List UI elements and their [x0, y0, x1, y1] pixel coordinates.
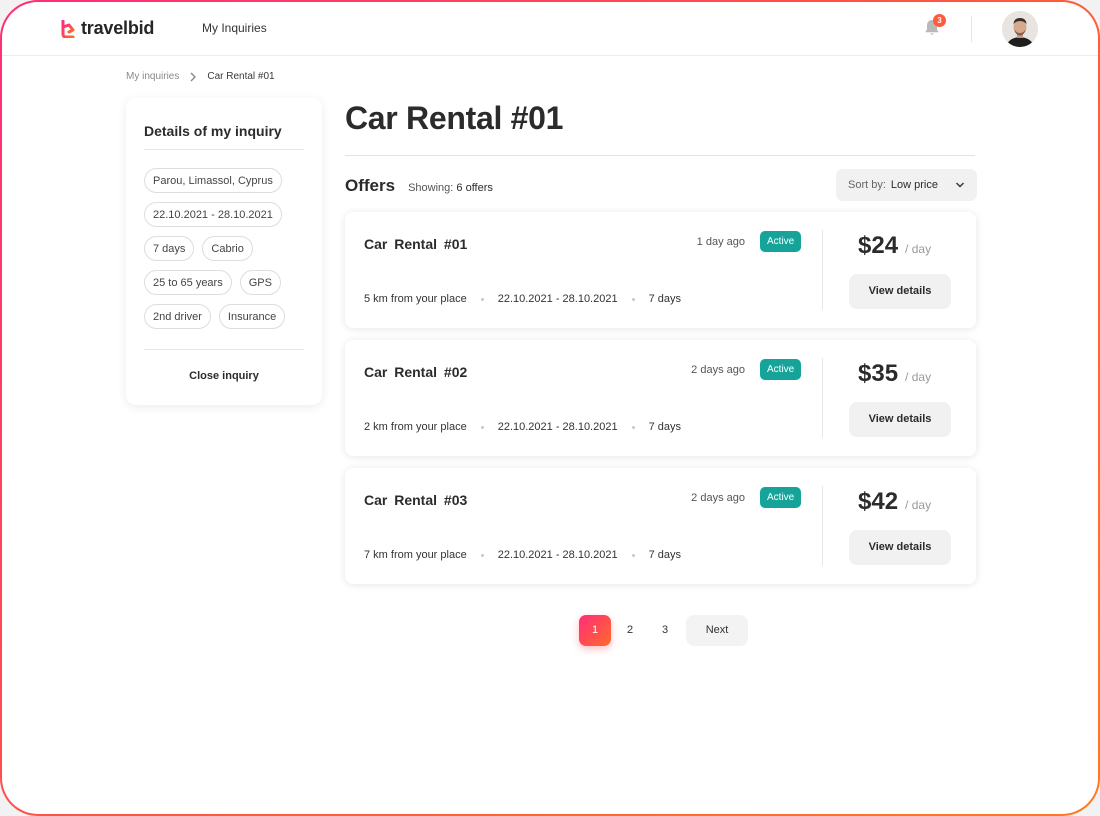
offer-duration: 7 days	[648, 549, 682, 561]
dot-separator	[480, 425, 484, 429]
dot-separator	[480, 553, 484, 557]
offer-time-ago: 2 days ago	[691, 492, 745, 504]
page-button-3[interactable]: 3	[649, 615, 681, 646]
dot-separator	[631, 425, 635, 429]
sort-label: Sort by:	[848, 179, 886, 191]
header-divider	[971, 16, 972, 42]
offer-dates: 22.10.2021 - 28.10.2021	[497, 293, 618, 305]
offer-dates: 22.10.2021 - 28.10.2021	[497, 549, 618, 561]
view-details-button[interactable]: View details	[849, 530, 951, 565]
inquiry-details-title: Details of my inquiry	[144, 98, 304, 150]
notification-badge: 3	[933, 14, 946, 27]
offer-divider	[822, 230, 823, 310]
breadcrumb-my-inquiries[interactable]: My inquiries	[126, 71, 179, 82]
offer-name: Car Rental #02	[364, 364, 468, 380]
offer-card: Car Rental #02 2 days ago Active 2 km fr…	[345, 340, 976, 456]
showing-count: Showing: 6 offers	[408, 182, 493, 194]
view-details-button[interactable]: View details	[849, 274, 951, 309]
chevron-down-icon	[956, 182, 964, 188]
offer-time-ago: 2 days ago	[691, 364, 745, 376]
offer-meta: 5 km from your place 22.10.2021 - 28.10.…	[364, 293, 681, 305]
showing-value: 6 offers	[456, 182, 493, 194]
showing-label: Showing:	[408, 182, 454, 194]
offer-time-ago: 1 day ago	[696, 236, 745, 248]
price-amount: $35	[858, 360, 899, 387]
logo-text: travelbid	[81, 18, 155, 38]
pagination: 1 2 3 Next	[579, 615, 748, 646]
offer-card: Car Rental #01 1 day ago Active 5 km fro…	[345, 212, 976, 328]
chevron-right-icon	[190, 72, 197, 81]
offer-distance: 2 km from your place	[364, 421, 467, 433]
chip-insurance: Insurance	[218, 304, 286, 329]
price-unit: / day	[905, 370, 932, 384]
offer-name: Car Rental #03	[364, 492, 468, 508]
chip-second-driver: 2nd driver	[144, 304, 211, 329]
offer-divider	[822, 486, 823, 566]
top-bar: travelbid My Inquiries 3	[2, 2, 1098, 56]
breadcrumb-current: Car Rental #01	[207, 71, 275, 82]
logo[interactable]: travelbid	[60, 18, 154, 39]
close-inquiry-button[interactable]: Close inquiry	[144, 370, 304, 382]
sidebar-divider	[144, 349, 304, 350]
offer-duration: 7 days	[648, 421, 682, 433]
offer-meta: 7 km from your place 22.10.2021 - 28.10.…	[364, 549, 681, 561]
chip-age: 25 to 65 years	[144, 270, 232, 295]
page-title: Car Rental #01	[345, 100, 564, 136]
chip-dates: 22.10.2021 - 28.10.2021	[144, 202, 282, 227]
sort-value: Low price	[890, 179, 938, 191]
view-details-button[interactable]: View details	[849, 402, 951, 437]
title-divider	[345, 155, 975, 156]
chip-gps: GPS	[239, 270, 281, 295]
page-button-2[interactable]: 2	[614, 615, 646, 646]
chip-car-type: Cabrio	[202, 236, 253, 261]
offer-name: Car Rental #01	[364, 236, 468, 252]
price-unit: / day	[905, 242, 932, 256]
status-badge: Active	[760, 359, 802, 380]
dot-separator	[480, 297, 484, 301]
status-badge: Active	[760, 487, 802, 508]
offer-divider	[822, 358, 823, 438]
status-badge: Active	[760, 231, 802, 252]
offer-meta: 2 km from your place 22.10.2021 - 28.10.…	[364, 421, 681, 433]
breadcrumb: My inquiries Car Rental #01	[126, 71, 275, 82]
offer-card: Car Rental #03 2 days ago Active 7 km fr…	[345, 468, 976, 584]
offer-distance: 7 km from your place	[364, 549, 467, 561]
offer-distance: 5 km from your place	[364, 293, 467, 305]
offers-title: Offers	[345, 176, 396, 195]
offer-price: $35 / day	[858, 360, 931, 388]
offer-duration: 7 days	[648, 293, 682, 305]
offer-price: $42 / day	[858, 488, 931, 516]
price-unit: / day	[905, 498, 932, 512]
sort-dropdown[interactable]: Sort by: Low price	[836, 169, 977, 201]
offer-dates: 22.10.2021 - 28.10.2021	[497, 421, 618, 433]
next-page-button[interactable]: Next	[686, 615, 748, 646]
chip-location: Parou, Limassol, Cyprus	[144, 168, 282, 193]
dot-separator	[631, 297, 635, 301]
offer-price: $24 / day	[858, 232, 931, 260]
chip-duration: 7 days	[144, 236, 195, 261]
user-photo-icon	[1002, 11, 1038, 47]
app-frame: travelbid My Inquiries 3 My inquiries Ca…	[0, 0, 1100, 816]
nav-my-inquiries[interactable]: My Inquiries	[202, 21, 267, 35]
app-window: travelbid My Inquiries 3 My inquiries Ca…	[2, 2, 1098, 814]
inquiry-details-panel: Details of my inquiry Parou, Limassol, C…	[126, 98, 322, 405]
page-button-1[interactable]: 1	[579, 615, 611, 646]
offers-header: Offers Showing: 6 offers	[345, 176, 493, 196]
inquiry-chips: Parou, Limassol, Cyprus 22.10.2021 - 28.…	[144, 168, 304, 329]
price-amount: $42	[858, 488, 899, 515]
logo-icon	[61, 19, 75, 38]
dot-separator	[631, 553, 635, 557]
avatar[interactable]	[1002, 11, 1038, 47]
price-amount: $24	[858, 232, 899, 259]
